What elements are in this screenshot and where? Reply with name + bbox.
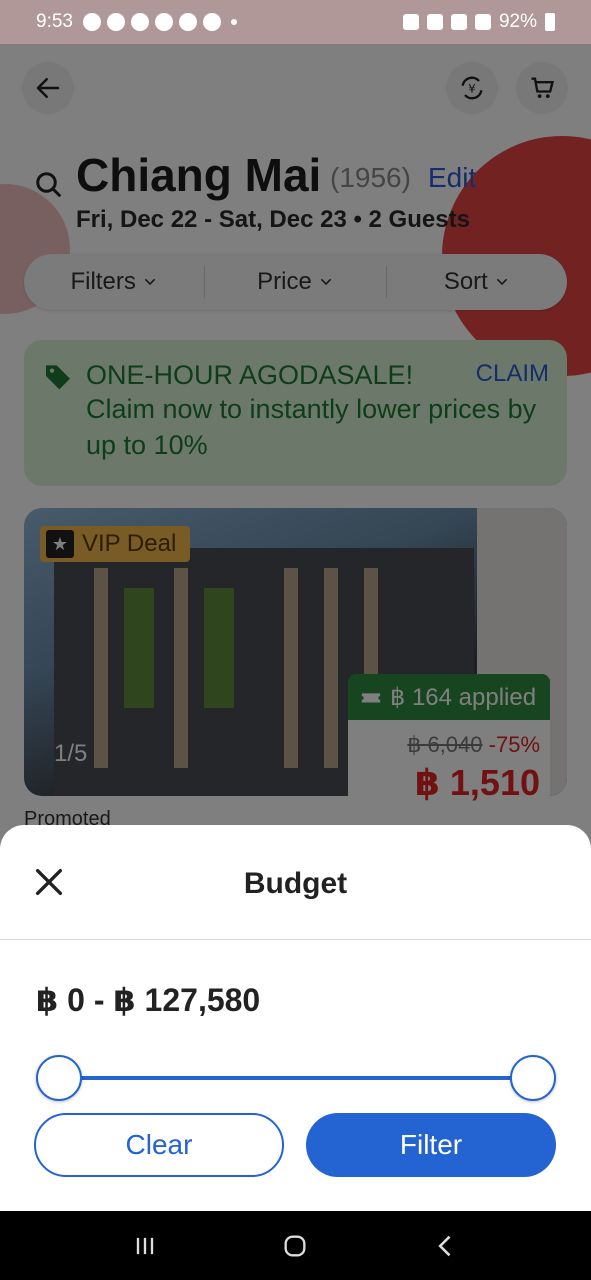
- back-nav-icon[interactable]: [432, 1232, 460, 1260]
- slider-track: [58, 1076, 534, 1080]
- wifi-icon: [450, 14, 467, 30]
- more-notifications-icon: [230, 19, 237, 25]
- home-icon[interactable]: [281, 1232, 309, 1260]
- messenger-icon: [130, 13, 149, 31]
- clear-button[interactable]: Clear: [34, 1113, 284, 1177]
- divider: [0, 939, 591, 940]
- recent-apps-icon[interactable]: [131, 1232, 159, 1260]
- battery-icon: [545, 13, 555, 31]
- system-nav-bar: [0, 1211, 591, 1280]
- pinterest-icon: [154, 13, 173, 31]
- battery-percent: 92%: [498, 11, 537, 32]
- alarm-icon: [402, 14, 419, 30]
- chat-icon: [82, 13, 101, 31]
- filter-button[interactable]: Filter: [306, 1113, 556, 1177]
- status-bar: 9:53 92%: [0, 0, 591, 44]
- budget-sheet: Budget ฿ 0 - ฿ 127,580 Clear Filter: [0, 825, 591, 1211]
- mute-icon: [426, 14, 443, 30]
- system-icons: 92%: [402, 11, 555, 33]
- sheet-title: Budget: [243, 867, 348, 900]
- app-icon: [178, 13, 197, 31]
- slider-min-handle[interactable]: [36, 1055, 82, 1101]
- status-time: 9:53: [36, 11, 73, 32]
- budget-range-slider[interactable]: [36, 1055, 556, 1101]
- messenger-icon: [106, 13, 125, 31]
- budget-range-text: ฿ 0 - ฿ 127,580: [36, 982, 261, 1018]
- facebook-icon: [202, 13, 221, 31]
- signal-icon: [474, 14, 491, 30]
- slider-max-handle[interactable]: [510, 1055, 556, 1101]
- notification-icons: [82, 13, 237, 31]
